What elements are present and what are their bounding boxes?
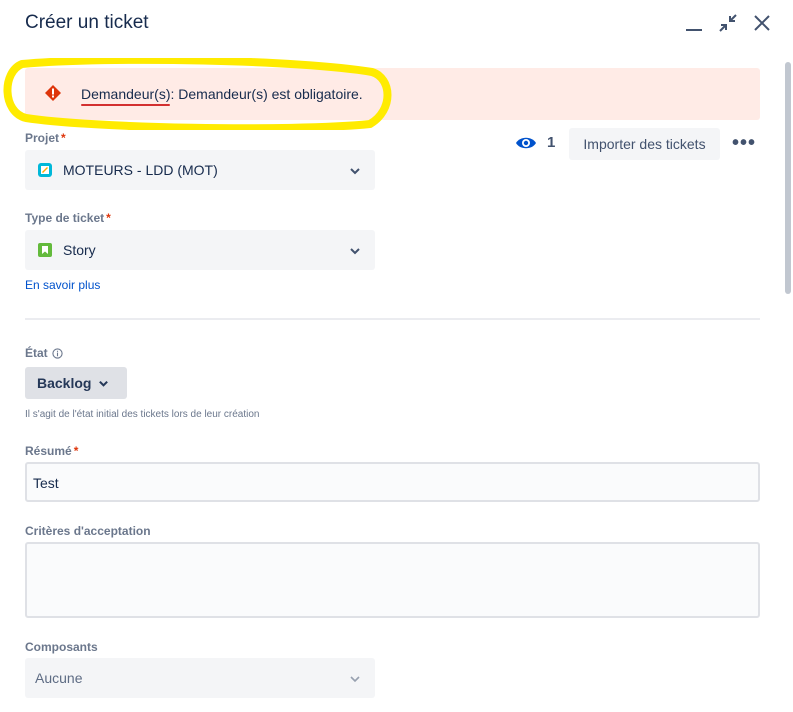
ticket-type-select[interactable]: Story	[25, 230, 375, 270]
summary-label: Résumé *	[25, 444, 79, 458]
minimize-button[interactable]	[683, 12, 705, 34]
dialog-title: Créer un ticket	[25, 12, 149, 33]
chevron-down-icon	[350, 248, 360, 255]
ticket-type-value: Story	[63, 242, 96, 258]
error-field-name: Demandeur(s)	[81, 86, 171, 106]
close-button[interactable]	[751, 12, 773, 34]
components-label: Composants	[25, 640, 98, 654]
watch-count: 1	[547, 134, 556, 151]
close-icon	[754, 15, 770, 31]
project-label: Projet *	[25, 131, 66, 145]
collapse-icon	[719, 14, 737, 32]
error-banner: Demandeur(s): Demandeur(s) est obligatoi…	[25, 68, 760, 120]
import-tickets-button[interactable]: Importer des tickets	[569, 128, 720, 160]
eye-icon	[516, 137, 536, 148]
project-select[interactable]: MOTEURS - LDD (MOT)	[25, 150, 375, 190]
project-value: MOTEURS - LDD (MOT)	[63, 162, 218, 178]
error-message: Demandeur(s): Demandeur(s) est obligatoi…	[81, 86, 363, 106]
chevron-down-icon	[99, 380, 108, 387]
summary-input[interactable]: Test	[25, 462, 760, 502]
state-label: État	[25, 346, 63, 360]
red-underline-mark	[81, 104, 171, 106]
minimize-icon	[686, 29, 702, 31]
info-icon[interactable]	[52, 347, 63, 359]
state-value: Backlog	[37, 375, 92, 391]
summary-value: Test	[33, 475, 59, 491]
ticket-type-label: Type de ticket *	[25, 211, 111, 225]
components-select[interactable]: Aucune	[25, 658, 375, 698]
story-icon	[38, 243, 52, 257]
chevron-down-icon	[350, 168, 360, 175]
scrollbar-thumb[interactable]	[785, 62, 791, 294]
state-dropdown-button[interactable]: Backlog	[25, 367, 127, 399]
learn-more-link[interactable]: En savoir plus	[25, 278, 100, 292]
error-message-text: : Demandeur(s) est obligatoire.	[170, 86, 363, 102]
components-value: Aucune	[35, 670, 83, 686]
acceptance-criteria-label: Critères d'acceptation	[25, 524, 151, 538]
more-options-button[interactable]: •••	[732, 133, 756, 153]
collapse-button[interactable]	[717, 12, 739, 34]
state-helper-text: Il s'agit de l'état initial des tickets …	[25, 409, 260, 420]
chevron-down-icon	[350, 676, 360, 683]
acceptance-criteria-textarea[interactable]	[25, 542, 760, 618]
error-icon	[45, 85, 61, 101]
watch-button[interactable]: 1	[515, 134, 555, 151]
project-icon	[38, 163, 52, 177]
section-divider	[25, 318, 760, 320]
